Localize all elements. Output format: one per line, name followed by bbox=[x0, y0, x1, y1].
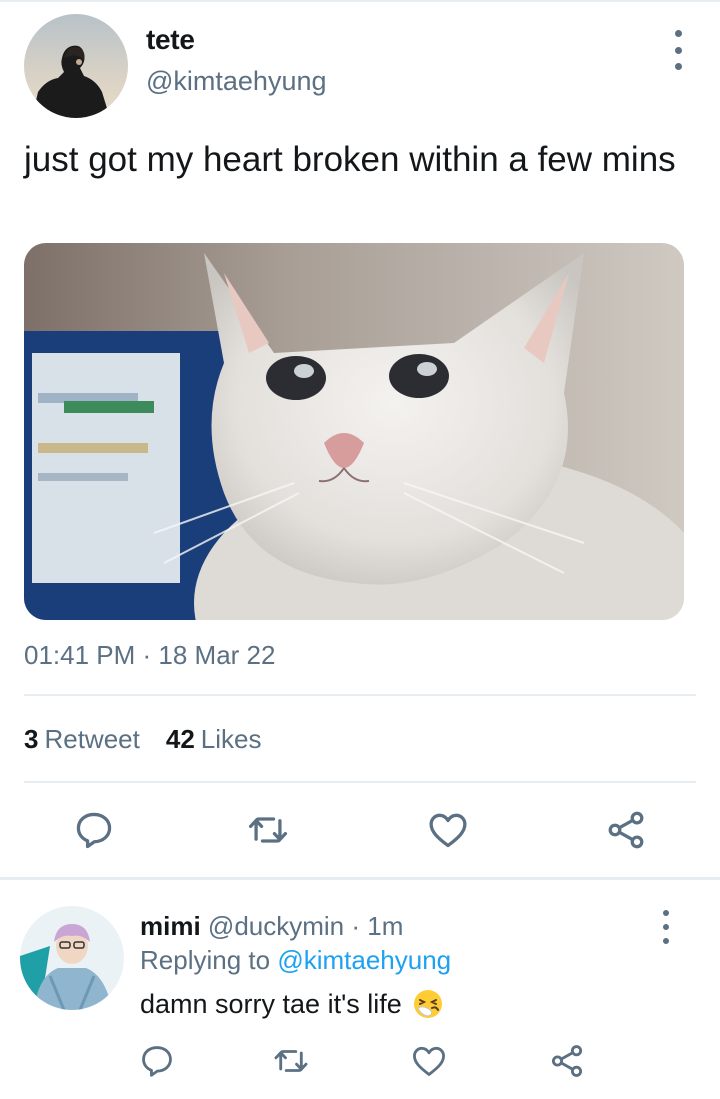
more-vertical-icon bbox=[663, 910, 669, 916]
more-options-button[interactable] bbox=[660, 30, 696, 70]
share-icon bbox=[608, 811, 644, 849]
divider bbox=[24, 781, 696, 783]
reply-author-handle[interactable]: @duckymin bbox=[208, 911, 344, 941]
author-handle[interactable]: @kimtaehyung bbox=[146, 66, 327, 97]
reply-like-button[interactable] bbox=[410, 1042, 448, 1080]
reply-retweet-button[interactable] bbox=[272, 1042, 310, 1080]
more-dot bbox=[674, 46, 682, 54]
more-dot bbox=[663, 924, 669, 930]
like-icon bbox=[429, 813, 467, 848]
reply-icon bbox=[76, 812, 112, 849]
divider bbox=[24, 694, 696, 696]
tweet-stats: 3 Retweet 42 Likes bbox=[24, 724, 261, 755]
like-count: 42 bbox=[165, 724, 195, 754]
top-divider bbox=[0, 0, 720, 2]
retweet-icon bbox=[274, 1050, 308, 1072]
reply-text: damn sorry tae it's life bbox=[140, 988, 444, 1020]
tweet-text: just got my heart broken within a few mi… bbox=[24, 140, 676, 179]
reply-reply-button[interactable] bbox=[138, 1042, 176, 1080]
reply-author-avatar[interactable] bbox=[20, 906, 124, 1010]
more-vertical-icon bbox=[674, 30, 682, 37]
tweet-media-crying-cat[interactable] bbox=[24, 243, 684, 620]
retweet-label: Retweet bbox=[44, 724, 140, 754]
reply-time: · 1m bbox=[344, 911, 404, 941]
replying-prefix: Replying to bbox=[140, 945, 278, 975]
likes-stat[interactable]: 42 Likes bbox=[166, 724, 262, 755]
likes-label: Likes bbox=[200, 724, 262, 754]
reply-share-button[interactable] bbox=[548, 1042, 586, 1080]
like-button[interactable] bbox=[426, 808, 470, 852]
reply-header: mimi @duckymin · 1m bbox=[140, 911, 403, 942]
like-icon bbox=[413, 1046, 445, 1076]
author-avatar[interactable] bbox=[24, 14, 128, 118]
reply-author-name[interactable]: mimi bbox=[140, 911, 201, 941]
reply-icon bbox=[142, 1046, 172, 1077]
retweet-stat[interactable]: 3 Retweet bbox=[24, 724, 140, 755]
section-divider bbox=[0, 877, 720, 880]
retweet-button[interactable] bbox=[246, 808, 290, 852]
share-button[interactable] bbox=[604, 808, 648, 852]
reply-text-content: damn sorry tae it's life bbox=[140, 988, 402, 1019]
replying-to-line: Replying to @kimtaehyung bbox=[140, 945, 451, 976]
reply-button[interactable] bbox=[72, 808, 116, 852]
more-dot bbox=[663, 938, 669, 944]
share-icon bbox=[551, 1045, 583, 1077]
retweet-icon bbox=[248, 817, 288, 843]
reply-more-options-button[interactable] bbox=[648, 910, 684, 944]
sneezing-face-emoji-icon bbox=[413, 990, 442, 1018]
author-name[interactable]: tete bbox=[146, 24, 195, 56]
more-dot bbox=[674, 63, 682, 70]
tweet-timestamp: 01:41 PM · 18 Mar 22 bbox=[24, 640, 276, 670]
retweet-count: 3 bbox=[24, 724, 39, 754]
replying-to-mention[interactable]: @kimtaehyung bbox=[277, 945, 451, 975]
